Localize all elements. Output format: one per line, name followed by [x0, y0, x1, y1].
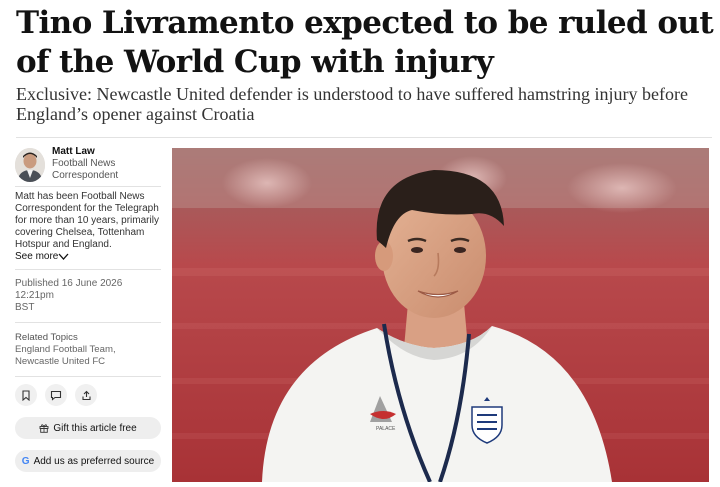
chevron-down-icon: [58, 253, 69, 260]
related-topics-list[interactable]: England Football Team, Newcastle United …: [15, 344, 161, 368]
article-headline: Tino Livramento expected to be ruled out…: [16, 5, 714, 80]
gift-article-label[interactable]: Gift this article free: [53, 423, 136, 434]
bookmark-icon: [22, 389, 30, 401]
share-button[interactable]: [75, 384, 97, 406]
gift-article-button[interactable]: Gift this article free: [15, 417, 161, 439]
preferred-source-button[interactable]: G Add us as preferred source: [15, 450, 161, 472]
author-role-line2: Correspondent: [52, 170, 119, 181]
author-role-line1: Football News: [52, 158, 116, 169]
published-date: Published 16 June 2026 12:21pm BST: [15, 270, 161, 322]
article-hero-image[interactable]: PALACE: [172, 148, 709, 482]
article-actions: [15, 377, 161, 415]
article-sidebar: Matt Law Football News Correspondent Mat…: [15, 146, 161, 472]
comment-icon: [50, 390, 62, 401]
preferred-source-label[interactable]: Add us as preferred source: [34, 456, 155, 467]
article-standfirst: Exclusive: Newcastle United defender is …: [16, 84, 688, 124]
gift-icon: [39, 424, 49, 433]
author-bio: Matt has been Football News Corresponden…: [15, 187, 161, 269]
header-divider: [16, 137, 712, 138]
author-bio-text: Matt has been Football News Corresponden…: [15, 191, 159, 250]
share-icon: [81, 390, 91, 400]
published-line1: Published 16 June 2026 12:21pm: [15, 278, 123, 301]
published-line2: BST: [15, 302, 35, 313]
see-more-label[interactable]: See more: [15, 251, 58, 262]
bookmark-button[interactable]: [15, 384, 37, 406]
comment-button[interactable]: [45, 384, 67, 406]
related-topics: Related Topics England Football Team, Ne…: [15, 323, 161, 376]
player-photo: PALACE: [172, 148, 709, 482]
author-avatar[interactable]: [15, 148, 45, 182]
author-name[interactable]: Matt Law: [52, 146, 118, 158]
author-block[interactable]: Matt Law Football News Correspondent: [15, 146, 161, 186]
svg-text:PALACE: PALACE: [376, 426, 396, 432]
google-icon: G: [21, 455, 30, 467]
see-more-link[interactable]: See more: [15, 251, 69, 262]
related-topics-title: Related Topics: [15, 332, 78, 343]
